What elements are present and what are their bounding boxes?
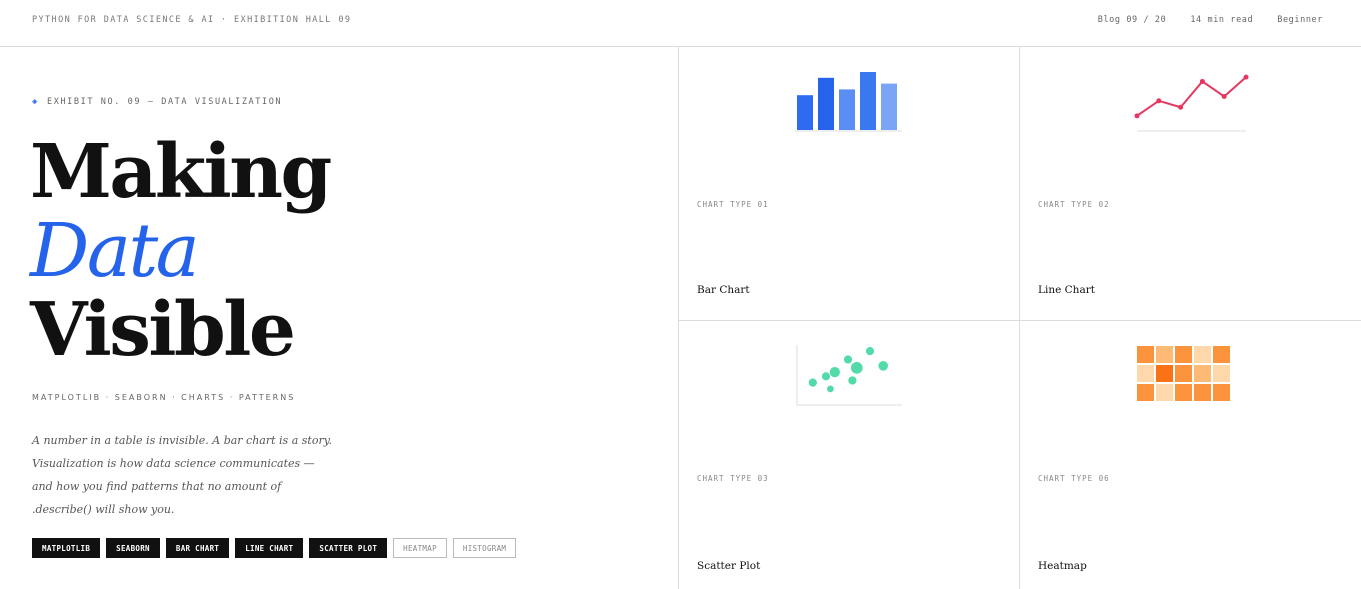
heatmap-icon <box>1137 346 1230 401</box>
heatmap-cell <box>1194 365 1211 382</box>
heatmap-cell <box>1175 346 1192 363</box>
line-point <box>1156 98 1162 104</box>
scatter-plot-icon <box>796 345 902 406</box>
hero-panel: ◈ EXHIBIT NO. 09 — DATA VISUALIZATION Ma… <box>0 47 678 589</box>
diamond-icon: ◈ <box>32 97 40 107</box>
heatmap-cell <box>1175 384 1192 401</box>
lede-paragraph: A number in a table is invisible. A bar … <box>32 434 332 516</box>
bar-chart-icon <box>795 72 902 132</box>
bar <box>797 95 813 130</box>
heatmap-cell <box>1194 384 1211 401</box>
line-point <box>1221 94 1227 99</box>
card-number: CHART TYPE 01 <box>697 200 769 209</box>
card-title: Heatmap <box>1038 560 1087 572</box>
card-title: Scatter Plot <box>697 560 761 572</box>
heatmap-cell <box>1137 365 1154 382</box>
scatter-point <box>808 378 817 387</box>
exhibit-eyebrow: ◈ EXHIBIT NO. 09 — DATA VISUALIZATION <box>32 97 282 107</box>
heatmap-cell <box>1175 365 1192 382</box>
line-point <box>1134 113 1140 119</box>
heatmap-cell <box>1194 346 1211 363</box>
scatter-point <box>829 366 840 378</box>
series-line <box>1136 76 1247 117</box>
card-number: CHART TYPE 03 <box>697 474 769 483</box>
title-line-1: Making <box>30 129 332 215</box>
tag-list: MATPLOTLIB SEABORN BAR CHART LINE CHART … <box>32 538 517 558</box>
line-point <box>1243 74 1249 80</box>
blog-counter: Blog 09 / 20 <box>1097 15 1167 25</box>
tag-matplotlib[interactable]: MATPLOTLIB <box>32 538 101 558</box>
read-time: 14 min read <box>1190 15 1254 25</box>
scatter-point <box>821 372 831 381</box>
card-bar-chart[interactable]: CHART TYPE 01 Bar Chart <box>679 47 1020 321</box>
heatmap-cell <box>1137 384 1154 401</box>
card-title: Bar Chart <box>697 284 750 296</box>
heatmap-cell <box>1156 346 1173 363</box>
heatmap-cell <box>1156 384 1173 401</box>
heatmap-cell <box>1213 365 1230 382</box>
eyebrow-label: EXHIBIT NO. 09 — DATA VISUALIZATION <box>47 97 283 107</box>
tag-line-chart[interactable]: LINE CHART <box>235 538 304 558</box>
scatter-point <box>827 385 834 393</box>
card-scatter-plot[interactable]: CHART TYPE 03 Scatter Plot <box>679 321 1020 589</box>
scatter-point <box>850 362 863 374</box>
tag-scatter-plot[interactable]: SCATTER PLOT <box>309 538 388 558</box>
scatter-point <box>865 347 875 356</box>
tag-histogram[interactable]: HISTOGRAM <box>452 538 517 558</box>
top-bar: PYTHON FOR DATA SCIENCE & AI · EXHIBITIO… <box>0 0 1361 47</box>
line-chart-icon <box>1134 74 1249 132</box>
tag-bar-chart[interactable]: BAR CHART <box>165 538 230 558</box>
card-heatmap[interactable]: CHART TYPE 06 Heatmap <box>1020 321 1361 589</box>
card-number: CHART TYPE 06 <box>1038 474 1110 483</box>
title-line-3: Visible <box>30 287 296 373</box>
line-point <box>1199 78 1205 84</box>
page-title: Making Data Visible <box>30 129 332 373</box>
card-line-chart[interactable]: CHART TYPE 02 Line Chart <box>1020 47 1361 321</box>
card-number: CHART TYPE 02 <box>1038 200 1110 209</box>
chart-types-grid: CHART TYPE 01 Bar Chart CHART TYPE 02 Li… <box>678 47 1361 589</box>
tagline: MATPLOTLIB · SEABORN · CHARTS · PATTERNS <box>32 393 296 402</box>
title-line-2: Data <box>30 208 200 294</box>
article-meta: Blog 09 / 20 14 min read Beginner <box>1098 15 1323 25</box>
bar <box>881 83 897 130</box>
scatter-point <box>878 361 888 371</box>
heatmap-cell <box>1137 346 1154 363</box>
scatter-point <box>848 376 857 385</box>
heatmap-cell <box>1213 384 1230 401</box>
card-title: Line Chart <box>1038 284 1095 296</box>
line-point <box>1178 104 1184 110</box>
breadcrumb: PYTHON FOR DATA SCIENCE & AI · EXHIBITIO… <box>32 15 352 25</box>
bar <box>860 72 876 130</box>
bar <box>839 89 855 130</box>
heatmap-cell <box>1156 365 1173 382</box>
heatmap-cell <box>1213 346 1230 363</box>
tag-seaborn[interactable]: SEABORN <box>106 538 160 558</box>
level-badge: Beginner <box>1277 15 1323 25</box>
tag-heatmap[interactable]: HEATMAP <box>393 538 447 558</box>
scatter-point <box>843 355 853 364</box>
bar <box>818 77 834 130</box>
